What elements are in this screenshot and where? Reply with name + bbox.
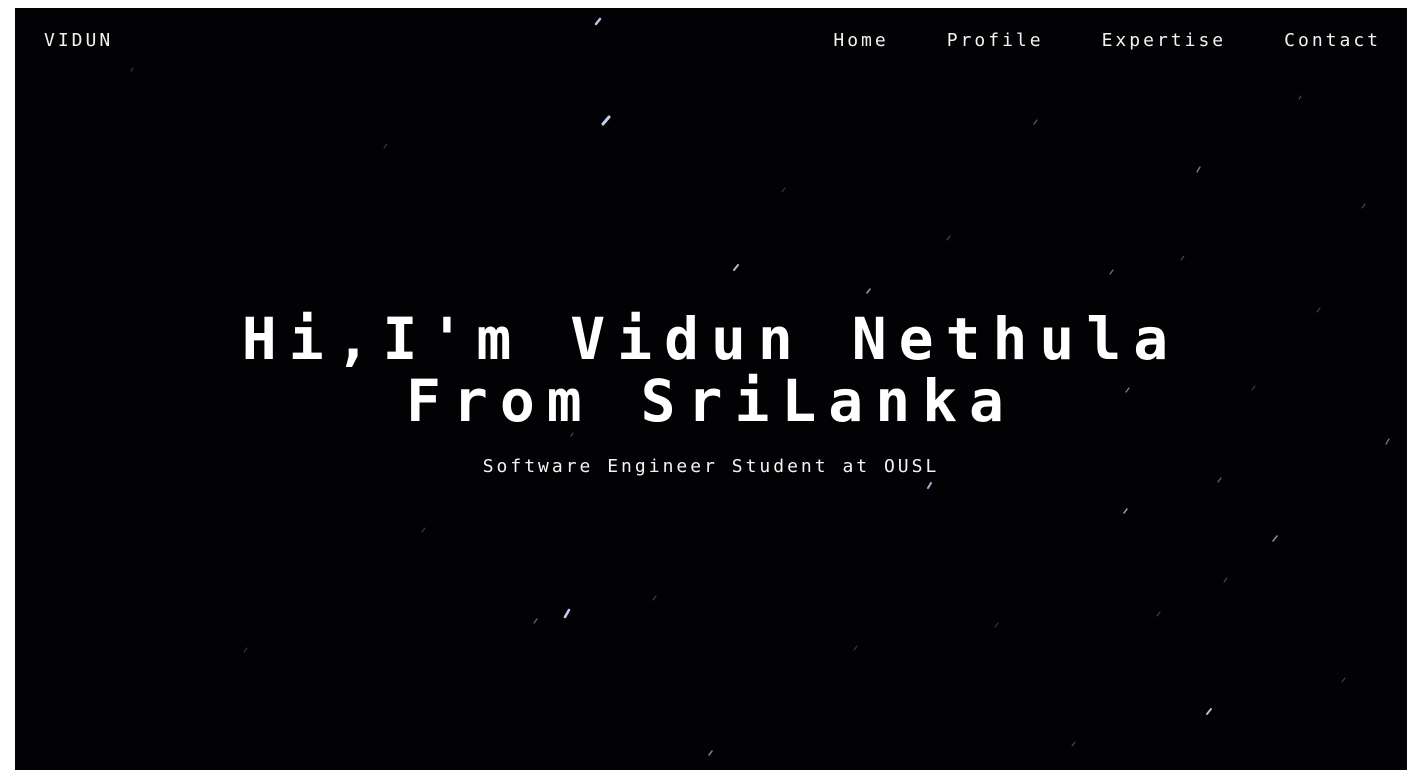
- hero-subtitle: Software Engineer Student at OUSL: [482, 456, 940, 477]
- top-navigation: VIDUN Home Profile Expertise Contact: [15, 8, 1407, 72]
- nav-link-contact[interactable]: Contact: [1284, 30, 1381, 51]
- nav-menu: Home Profile Expertise Contact: [833, 30, 1381, 51]
- hero-headline: Hi,I'm Vidun Nethula From SriLanka: [15, 308, 1407, 432]
- hero-content: Hi,I'm Vidun Nethula From SriLanka Softw…: [15, 308, 1407, 477]
- site-logo[interactable]: VIDUN: [44, 30, 113, 51]
- hero-section: VIDUN Home Profile Expertise Contact Hi,…: [15, 8, 1407, 770]
- hero-headline-line-1: Hi,I'm Vidun Nethula: [241, 305, 1181, 373]
- hero-headline-line-2: From SriLanka: [406, 367, 1016, 435]
- nav-link-home[interactable]: Home: [833, 30, 888, 51]
- nav-link-expertise[interactable]: Expertise: [1102, 30, 1227, 51]
- nav-link-profile[interactable]: Profile: [947, 30, 1044, 51]
